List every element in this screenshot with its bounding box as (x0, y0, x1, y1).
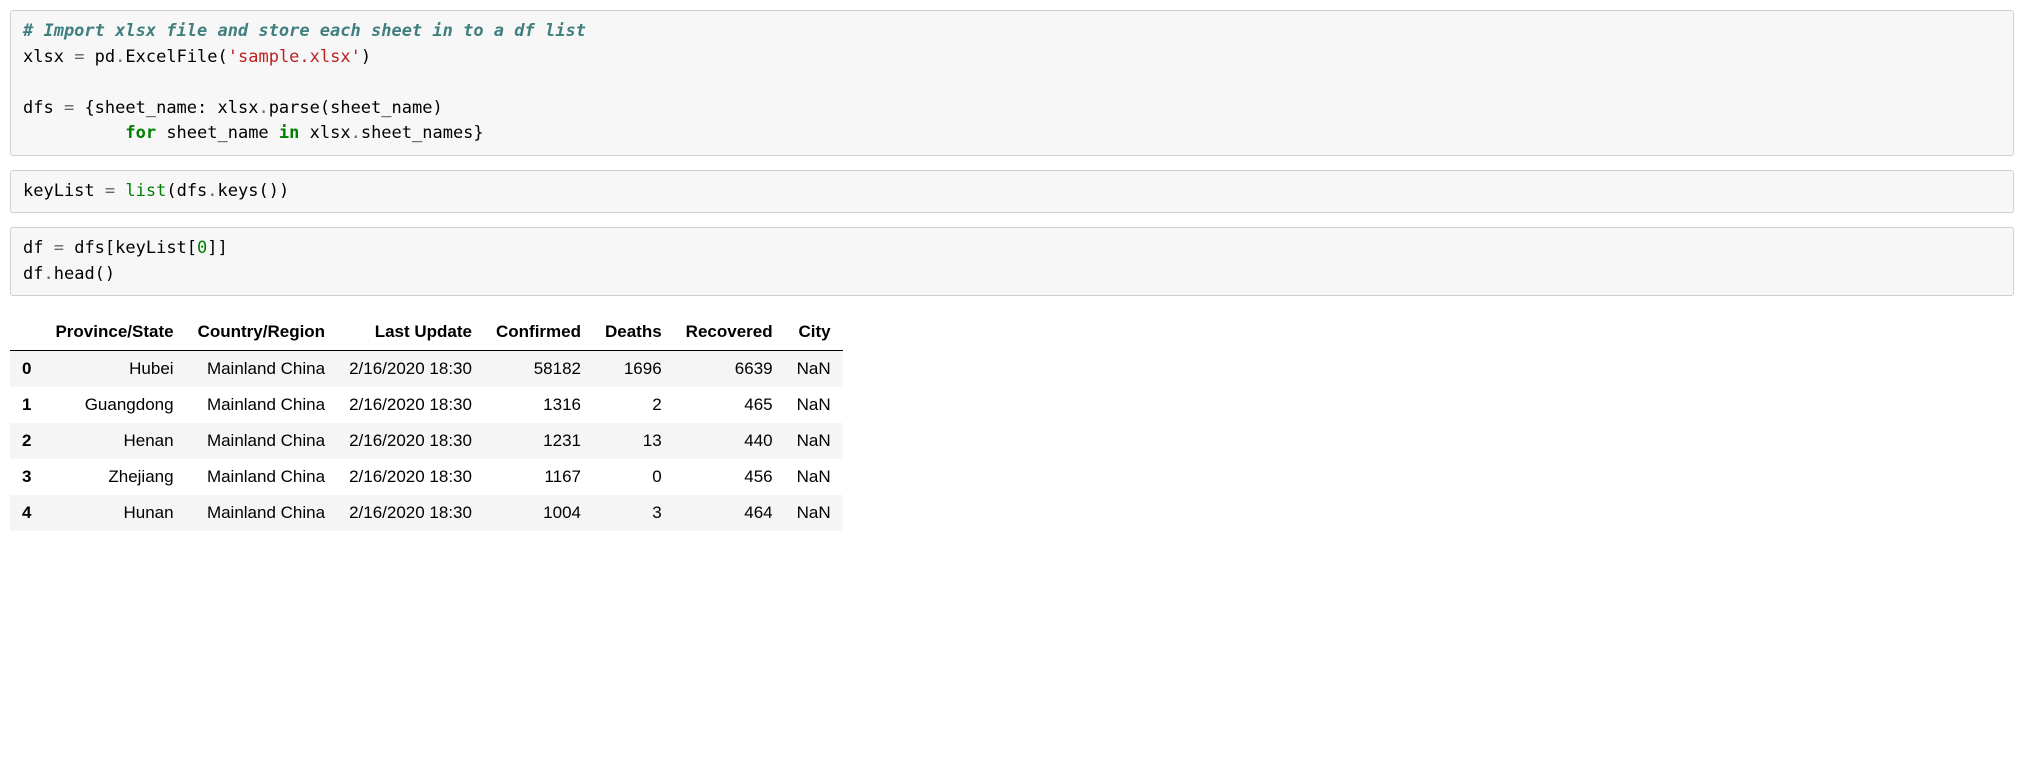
cell: NaN (785, 495, 843, 531)
code-text: (dfs (166, 181, 207, 201)
code-text: ExcelFile( (125, 47, 227, 67)
code-text: keys()) (218, 181, 290, 201)
code-cell-3: df = dfs[keyList[0]] df.head() (10, 227, 2014, 296)
code-builtin: list (125, 181, 166, 201)
code-op: = (74, 47, 84, 67)
cell: 6639 (674, 351, 785, 388)
code-text: sheet_name (156, 123, 279, 143)
cell: Mainland China (186, 459, 338, 495)
row-index: 4 (10, 495, 43, 531)
cell: NaN (785, 423, 843, 459)
code-cell-2: keyList = list(dfs.keys()) (10, 170, 2014, 214)
cell: 2/16/2020 18:30 (337, 495, 484, 531)
cell: Henan (43, 423, 185, 459)
cell: 456 (674, 459, 785, 495)
cell: Mainland China (186, 495, 338, 531)
code-text: df (23, 264, 43, 284)
code-text: df (23, 238, 54, 258)
code-text: parse(sheet_name) (269, 98, 443, 118)
dataframe-output: Province/State Country/Region Last Updat… (10, 314, 843, 531)
code-text: keyList (23, 181, 105, 201)
code-cell-1: # Import xlsx file and store each sheet … (10, 10, 2014, 156)
table-header: City (785, 314, 843, 351)
cell: Guangdong (43, 387, 185, 423)
code-text: head() (54, 264, 115, 284)
code-op: = (105, 181, 115, 201)
table-header-row: Province/State Country/Region Last Updat… (10, 314, 843, 351)
code-text: ]] (207, 238, 227, 258)
cell: 440 (674, 423, 785, 459)
cell: 2 (593, 387, 674, 423)
code-op: . (258, 98, 268, 118)
cell: 2/16/2020 18:30 (337, 351, 484, 388)
table-row: 1 Guangdong Mainland China 2/16/2020 18:… (10, 387, 843, 423)
table-header: Confirmed (484, 314, 593, 351)
code-keyword: in (279, 123, 299, 143)
code-text: dfs (23, 98, 64, 118)
row-index: 3 (10, 459, 43, 495)
cell: NaN (785, 351, 843, 388)
table-row: 0 Hubei Mainland China 2/16/2020 18:30 5… (10, 351, 843, 388)
code-op: . (43, 264, 53, 284)
cell: 2/16/2020 18:30 (337, 459, 484, 495)
cell: 0 (593, 459, 674, 495)
code-text (23, 123, 125, 143)
cell: Mainland China (186, 423, 338, 459)
table-header: Last Update (337, 314, 484, 351)
row-index: 1 (10, 387, 43, 423)
code-text: xlsx (299, 123, 350, 143)
cell: 1316 (484, 387, 593, 423)
code-text: dfs[keyList[ (64, 238, 197, 258)
code-text: ) (361, 47, 371, 67)
code-text: {sheet_name: xlsx (74, 98, 258, 118)
cell: 1696 (593, 351, 674, 388)
table-header: Country/Region (186, 314, 338, 351)
cell: Mainland China (186, 351, 338, 388)
code-op: = (54, 238, 64, 258)
cell: 464 (674, 495, 785, 531)
table-header: Recovered (674, 314, 785, 351)
code-number: 0 (197, 238, 207, 258)
table-row: 3 Zhejiang Mainland China 2/16/2020 18:3… (10, 459, 843, 495)
code-text: pd (84, 47, 115, 67)
cell: Hunan (43, 495, 185, 531)
code-op: = (64, 98, 74, 118)
code-comment: # Import xlsx file and store each sheet … (23, 21, 586, 41)
cell: 2/16/2020 18:30 (337, 387, 484, 423)
code-keyword: for (125, 123, 156, 143)
cell: 2/16/2020 18:30 (337, 423, 484, 459)
cell: NaN (785, 459, 843, 495)
cell: 13 (593, 423, 674, 459)
code-op: . (207, 181, 217, 201)
code-string: 'sample.xlsx' (228, 47, 361, 67)
row-index: 2 (10, 423, 43, 459)
code-text: xlsx (23, 47, 74, 67)
cell: Zhejiang (43, 459, 185, 495)
code-text (115, 181, 125, 201)
cell: NaN (785, 387, 843, 423)
code-text: sheet_names} (361, 123, 484, 143)
cell: 1231 (484, 423, 593, 459)
table-header: Deaths (593, 314, 674, 351)
code-op: . (351, 123, 361, 143)
cell: 1167 (484, 459, 593, 495)
cell: 58182 (484, 351, 593, 388)
cell: Mainland China (186, 387, 338, 423)
table-row: 4 Hunan Mainland China 2/16/2020 18:30 1… (10, 495, 843, 531)
table-header (10, 314, 43, 351)
cell: 1004 (484, 495, 593, 531)
table-row: 2 Henan Mainland China 2/16/2020 18:30 1… (10, 423, 843, 459)
row-index: 0 (10, 351, 43, 388)
cell: Hubei (43, 351, 185, 388)
table-header: Province/State (43, 314, 185, 351)
cell: 465 (674, 387, 785, 423)
cell: 3 (593, 495, 674, 531)
code-op: . (115, 47, 125, 67)
